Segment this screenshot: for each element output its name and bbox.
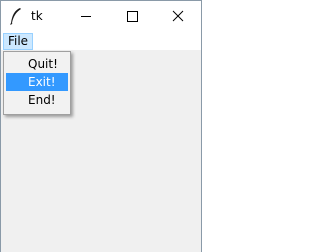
menu-item-label: Exit! [28, 75, 56, 89]
menu-item-end[interactable]: End! [6, 91, 68, 109]
file-dropdown-menu: Quit! Exit! End! [3, 51, 71, 115]
maximize-icon [127, 11, 138, 22]
feather-icon [9, 7, 23, 25]
app-window: tk File Quit! Exit! End! [0, 0, 202, 252]
menu-item-exit[interactable]: Exit! [6, 73, 68, 91]
close-button[interactable] [155, 1, 201, 32]
menu-bar: File [1, 32, 201, 50]
title-bar[interactable]: tk [1, 1, 201, 32]
minimize-icon [81, 16, 91, 17]
menu-item-label: Quit! [28, 57, 58, 71]
menu-item-quit[interactable]: Quit! [6, 55, 68, 73]
maximize-button[interactable] [109, 1, 155, 32]
close-icon [172, 10, 184, 22]
menu-file[interactable]: File [3, 33, 33, 50]
menu-item-label: End! [28, 93, 56, 107]
window-title: tk [31, 9, 43, 23]
minimize-button[interactable] [63, 1, 109, 32]
